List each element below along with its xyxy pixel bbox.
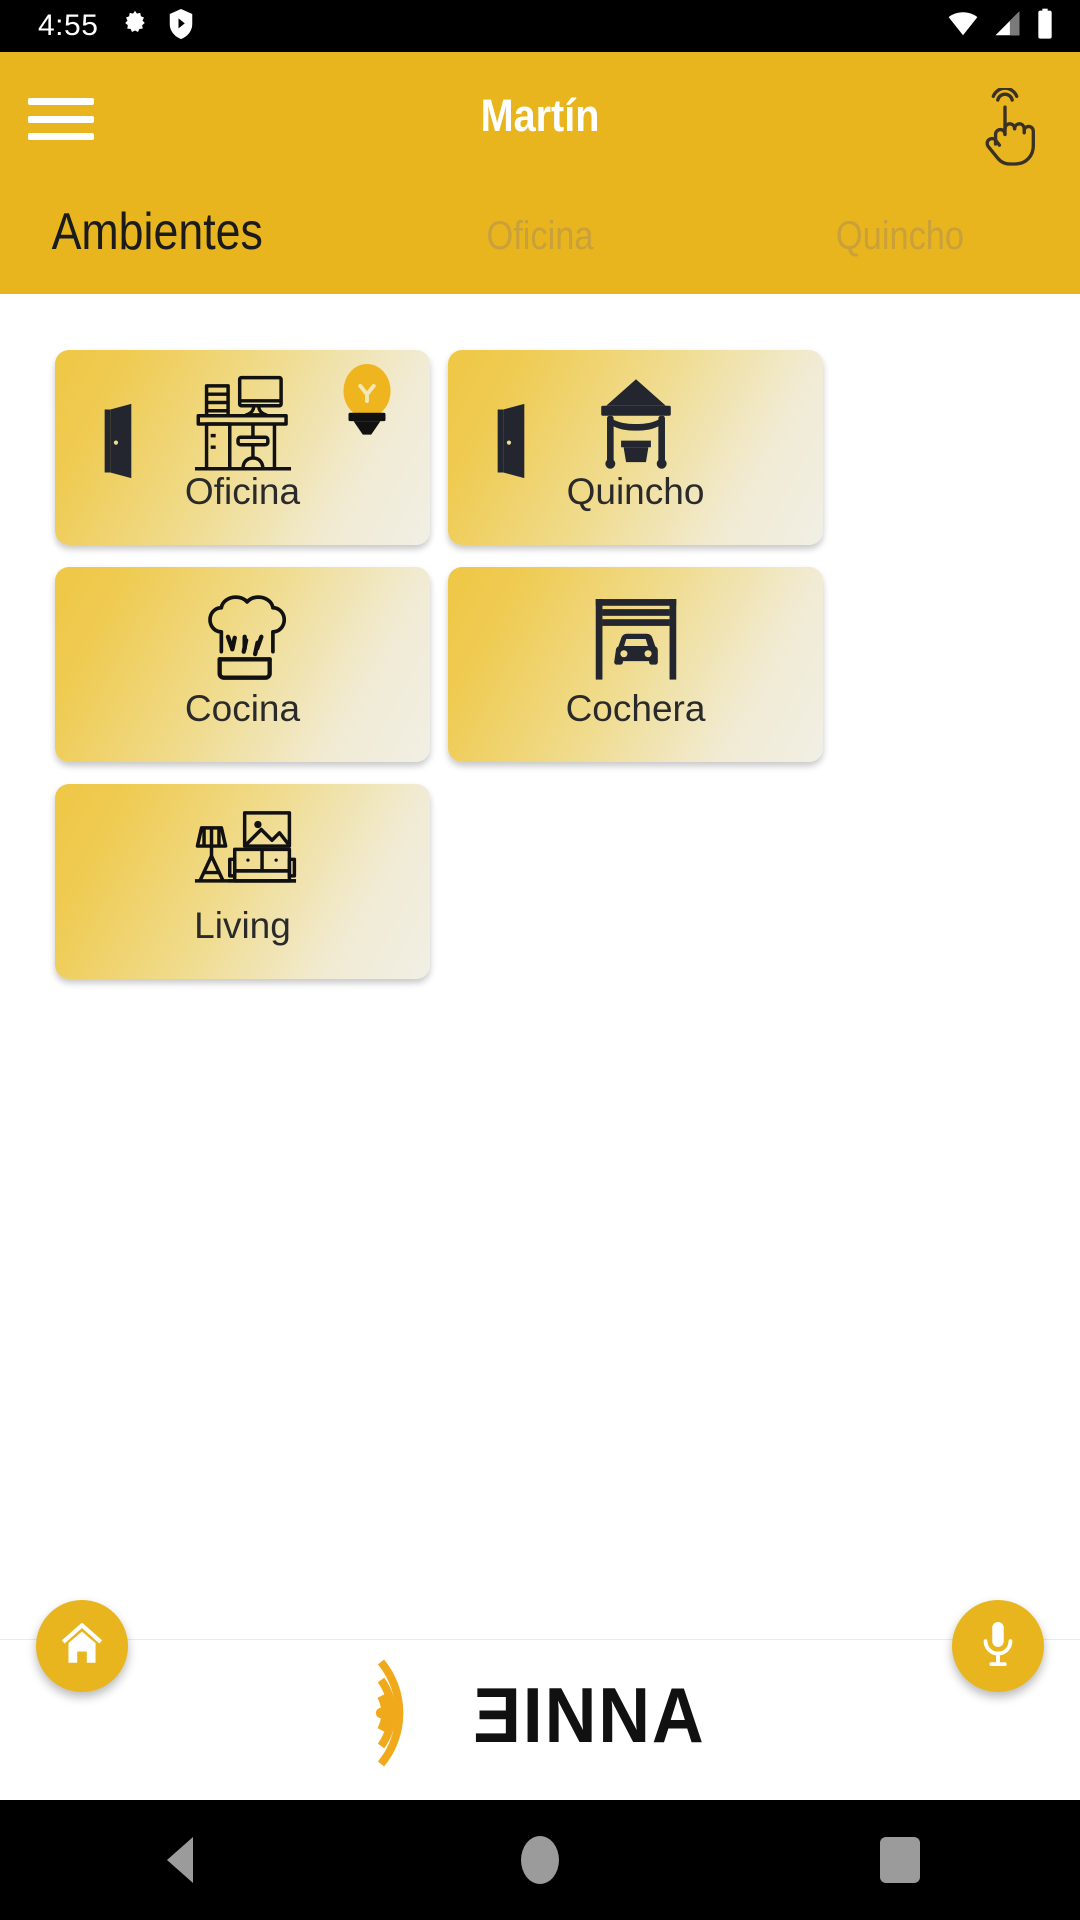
tap-gesture-icon[interactable]: [974, 86, 1044, 168]
room-card-label: Oficina: [184, 471, 301, 512]
recents-square-icon: [880, 1837, 920, 1883]
tab-quincho[interactable]: Quincho: [745, 202, 1055, 259]
office-desk-icon: [190, 372, 296, 481]
room-card-oficina[interactable]: Oficina: [55, 350, 430, 545]
tab-oficina[interactable]: Oficina: [385, 202, 695, 259]
microphone-fab-button[interactable]: [952, 1600, 1044, 1692]
living-sofa-icon: [185, 806, 301, 911]
android-home-button[interactable]: [440, 1800, 640, 1920]
back-triangle-icon: [167, 1837, 193, 1883]
sound-waves-icon: [365, 1654, 457, 1777]
room-card-label: Cocina: [184, 688, 301, 729]
shield-play-icon: [168, 8, 194, 44]
status-bar-notification-icons: [120, 8, 194, 44]
page-title: Martín: [480, 90, 600, 141]
android-recents-button[interactable]: [800, 1800, 1000, 1920]
chef-hat-icon: [193, 589, 293, 698]
gear-icon: [120, 9, 150, 44]
main-content: Oficina Quincho Cocina Cochera Living: [0, 294, 1080, 1600]
room-card-cochera[interactable]: Cochera: [448, 567, 823, 762]
gazebo-icon: [583, 372, 689, 481]
bottom-bar: ƎINNA: [0, 1600, 1080, 1800]
wifi-icon: [946, 9, 980, 44]
rooms-grid: Oficina Quincho Cocina Cochera Living: [55, 350, 1025, 979]
status-bar: 4:55: [0, 0, 1080, 52]
room-card-label: Cochera: [565, 688, 706, 729]
android-navigation-bar: [0, 1800, 1080, 1920]
tab-ambientes[interactable]: Ambientes: [0, 202, 310, 262]
header-top-row: Martín: [0, 52, 1080, 182]
room-card-label: Living: [194, 905, 291, 946]
microphone-icon: [975, 1619, 1021, 1674]
cellular-signal-icon: [992, 9, 1024, 44]
room-card-cocina[interactable]: Cocina: [55, 567, 430, 762]
room-card-living[interactable]: Living: [55, 784, 430, 979]
room-tabs: Ambientes Oficina Quincho: [0, 202, 1080, 294]
app-header: Martín Ambientes Oficina Quincho: [0, 52, 1080, 294]
status-bar-system-icons: [946, 8, 1054, 45]
room-card-label: Quincho: [566, 471, 705, 512]
brand-name: ƎINNA: [472, 1671, 706, 1759]
room-card-quincho[interactable]: Quincho: [448, 350, 823, 545]
light-bulb-on-icon[interactable]: [338, 364, 396, 443]
garage-car-icon: [584, 589, 688, 698]
battery-icon: [1036, 8, 1054, 45]
home-circle-icon: [521, 1836, 559, 1884]
status-bar-clock: 4:55: [38, 9, 99, 42]
android-back-button[interactable]: [80, 1800, 280, 1920]
brand-logo: ƎINNA: [0, 1654, 1080, 1777]
